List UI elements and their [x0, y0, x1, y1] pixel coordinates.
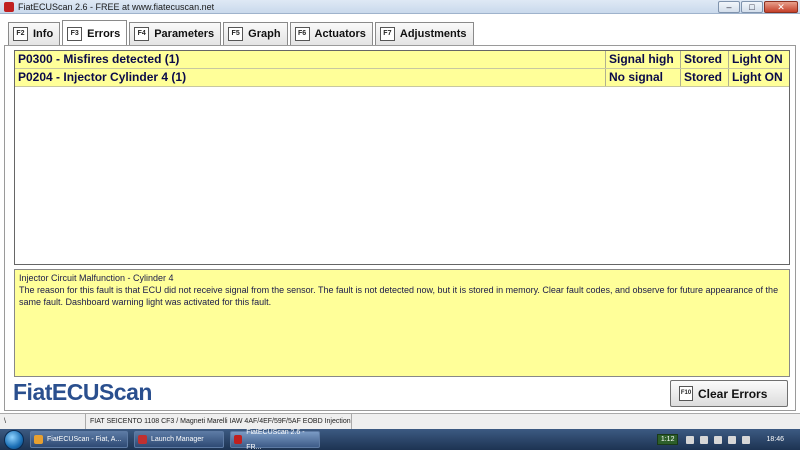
tab-actuators[interactable]: F6 Actuators — [289, 22, 373, 45]
maximize-button[interactable]: □ — [741, 1, 763, 13]
taskbar-item-label: FiatECUScan - Fiat, A... — [47, 436, 122, 443]
taskbar-clock[interactable]: 18:46 — [766, 436, 784, 443]
launch-manager-icon — [138, 435, 147, 444]
tab-bar: F2 Info F3 Errors F4 Parameters F5 Graph… — [8, 19, 476, 46]
error-stored: Stored — [681, 69, 729, 86]
error-light: Light ON — [732, 52, 783, 66]
tray-icon[interactable] — [700, 435, 709, 444]
taskbar-item-fiatecuscan-app[interactable]: FiatECUScan 2.6 - FR... — [230, 429, 320, 450]
error-detail-title: Injector Circuit Malfunction - Cylinder … — [19, 273, 174, 283]
error-row-p0300[interactable]: P0300 - Misfires detected (1) Signal hig… — [15, 51, 789, 69]
tab-info[interactable]: F2 Info — [8, 22, 61, 45]
app-icon — [4, 2, 14, 12]
taskbar-item-label: FiatECUScan 2.6 - FR... — [246, 428, 305, 450]
error-list[interactable]: P0300 - Misfires detected (1) Signal hig… — [14, 50, 790, 265]
system-tray: 1:12 18:46 — [656, 429, 800, 450]
clear-errors-label: Clear Errors — [698, 386, 768, 401]
f7-key-icon: F7 — [379, 27, 395, 41]
tab-parameters[interactable]: F4 Parameters — [129, 22, 222, 45]
f2-key-icon: F2 — [13, 27, 28, 41]
error-signal: No signal — [606, 69, 681, 86]
network-icon[interactable] — [714, 435, 723, 444]
tab-label: Actuators — [314, 28, 366, 40]
window-titlebar: FiatECUScan 2.6 - FREE at www.fiatecusca… — [0, 0, 800, 14]
power-icon[interactable] — [742, 435, 751, 444]
status-connection: \ — [0, 414, 86, 430]
minimize-button[interactable]: – — [718, 1, 740, 13]
taskbar-item-label: Launch Manager — [151, 436, 204, 443]
tab-label: Errors — [87, 27, 121, 40]
taskbar-item-fiatecuscan-browser[interactable]: FiatECUScan - Fiat, A... — [30, 431, 128, 448]
tab-label: Adjustments — [399, 28, 467, 40]
tab-label: Parameters — [154, 28, 215, 40]
tray-icon[interactable] — [686, 435, 695, 444]
taskbar-item-launch-manager[interactable]: Launch Manager — [134, 431, 224, 448]
f6-key-icon: F6 — [294, 27, 310, 41]
error-detail-text: The reason for this fault is that ECU di… — [19, 285, 779, 307]
status-bar: \ FIAT SEICENTO 1108 CF3 / Magneti Marel… — [0, 413, 800, 430]
errors-panel: P0300 - Misfires detected (1) Signal hig… — [4, 45, 796, 411]
browser-icon — [34, 435, 43, 444]
window-title: FiatECUScan 2.6 - FREE at www.fiatecusca… — [18, 2, 215, 12]
f4-key-icon: F4 — [134, 27, 150, 41]
error-signal: Signal high — [606, 51, 681, 68]
f10-key-icon: F10 — [679, 386, 693, 401]
f5-key-icon: F5 — [228, 27, 244, 41]
volume-icon[interactable] — [728, 435, 737, 444]
windows-taskbar: FiatECUScan - Fiat, A... Launch Manager … — [0, 429, 800, 450]
tab-errors[interactable]: F3 Errors — [62, 20, 128, 46]
start-button-icon[interactable] — [4, 429, 24, 450]
error-detail-box: Injector Circuit Malfunction - Cylinder … — [14, 269, 790, 377]
error-light: Light ON — [732, 70, 783, 84]
tab-label: Graph — [248, 28, 281, 40]
fiatecuscan-icon — [234, 435, 243, 444]
clear-errors-button[interactable]: F10 Clear Errors — [670, 380, 788, 407]
tab-graph[interactable]: F5 Graph — [223, 22, 288, 45]
error-row-p0204[interactable]: P0204 - Injector Cylinder 4 (1) No signa… — [15, 69, 789, 87]
error-stored: Stored — [681, 51, 729, 68]
f3-key-icon: F3 — [67, 26, 83, 41]
window-controls: – □ ✕ — [718, 1, 798, 13]
tab-label: Info — [33, 28, 54, 40]
close-button[interactable]: ✕ — [764, 1, 798, 13]
tab-adjustments[interactable]: F7 Adjustments — [374, 22, 474, 45]
fiatecuscan-logo: FiatECUScan — [13, 379, 152, 405]
error-description: P0300 - Misfires detected (1) — [15, 51, 606, 68]
error-description: P0204 - Injector Cylinder 4 (1) — [15, 69, 606, 86]
language-indicator[interactable]: 1:12 — [656, 434, 679, 445]
